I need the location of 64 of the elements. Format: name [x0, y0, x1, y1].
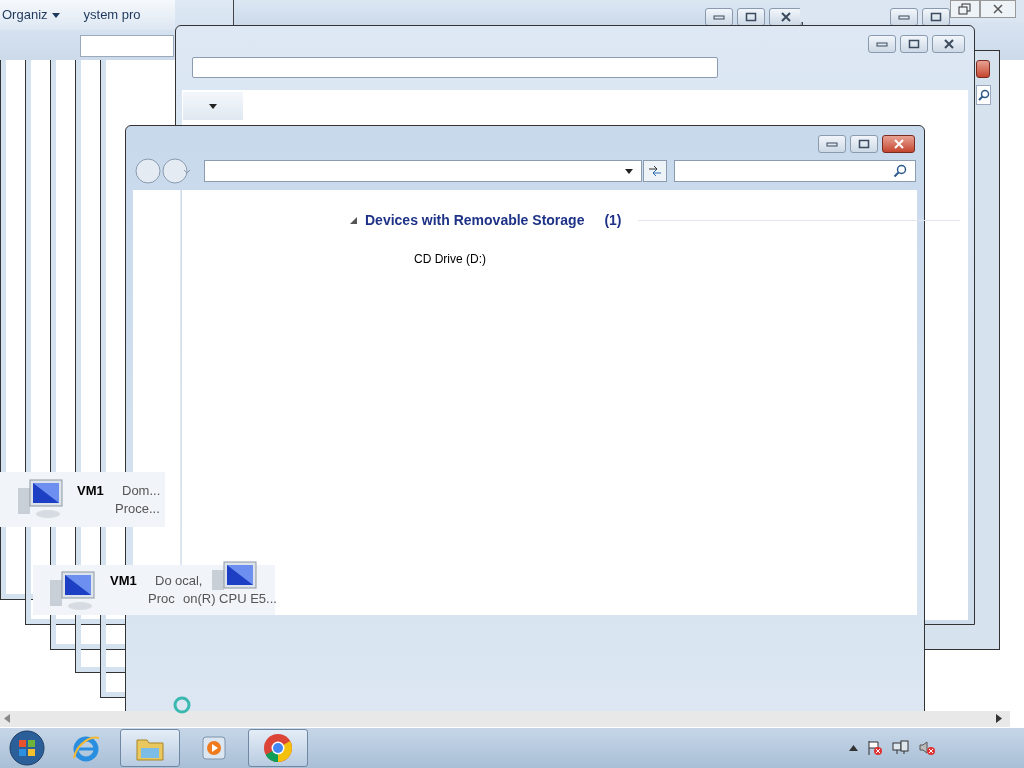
search-field[interactable] — [674, 160, 916, 182]
address-field[interactable] — [192, 57, 718, 78]
maximize-icon — [908, 39, 920, 49]
item-detail: Do — [155, 572, 172, 590]
computer-name[interactable]: VM1 — [110, 571, 137, 591]
maximize-icon — [858, 139, 870, 149]
maximize-icon — [745, 12, 757, 22]
refresh-icon — [648, 165, 662, 177]
close-icon — [779, 12, 792, 22]
flag-icon[interactable] — [867, 740, 883, 756]
refresh-button[interactable] — [643, 160, 667, 182]
close-button[interactable] — [769, 8, 802, 26]
group-title: Devices with Removable Storage — [365, 211, 585, 230]
network-icon[interactable] — [892, 740, 910, 756]
restore-icon — [958, 3, 972, 15]
minimize-icon — [826, 141, 838, 147]
taskbar-button[interactable] — [248, 729, 308, 767]
play-icon — [200, 734, 228, 762]
horizontal-scrollbar[interactable] — [0, 711, 1010, 727]
item-detail: Proce... — [115, 500, 160, 518]
address-field[interactable] — [204, 160, 642, 182]
address-field[interactable] — [80, 35, 174, 57]
minimize-icon — [898, 14, 910, 20]
minimize-button[interactable] — [890, 8, 918, 26]
item-detail: ocal, — [175, 572, 203, 590]
muted-speaker-icon[interactable] — [919, 740, 935, 756]
scroll-right-icon[interactable] — [996, 714, 1002, 723]
search-icon — [977, 89, 990, 101]
busy-cursor-icon — [172, 695, 192, 715]
scroll-left-icon[interactable] — [4, 714, 10, 723]
close-button[interactable] — [882, 135, 915, 153]
chrome-icon — [263, 733, 293, 763]
drive-label[interactable]: CD Drive (D:) — [414, 250, 486, 268]
group-count: (1) — [604, 211, 622, 230]
show-hidden-icons-icon[interactable] — [849, 745, 858, 751]
caret-icon — [51, 12, 60, 18]
taskbar-button[interactable] — [120, 729, 180, 767]
close-button[interactable] — [932, 35, 965, 53]
toolbar-button[interactable]: ystem pro — [83, 5, 141, 25]
item-detail: Dom... — [122, 482, 161, 500]
maximize-button[interactable] — [922, 8, 950, 26]
item-detail: on(R) CPU E5... — [183, 590, 277, 608]
computer-icon — [18, 478, 64, 520]
maximize-button[interactable] — [850, 135, 878, 153]
caret-icon — [625, 168, 633, 174]
search-icon — [893, 164, 907, 178]
item-detail: Proc — [148, 590, 175, 608]
search-button[interactable] — [976, 85, 991, 105]
maximize-button[interactable] — [737, 8, 765, 26]
maximize-icon — [930, 12, 942, 22]
close-button[interactable] — [980, 0, 1016, 18]
close-icon — [892, 139, 905, 149]
minimize-icon — [713, 14, 725, 20]
expand-triangle-icon[interactable] — [350, 217, 357, 224]
close-icon — [942, 39, 955, 49]
minimize-icon — [876, 41, 888, 47]
toolbar-button[interactable]: Organiz — [2, 5, 60, 25]
minimize-button[interactable] — [705, 8, 733, 26]
maximize-button[interactable] — [900, 35, 928, 53]
caret-icon — [209, 103, 217, 109]
computer-name[interactable]: VM1 — [77, 481, 104, 501]
computer-icon — [212, 560, 258, 590]
close-icon — [992, 4, 1004, 14]
computer-icon — [50, 570, 96, 612]
